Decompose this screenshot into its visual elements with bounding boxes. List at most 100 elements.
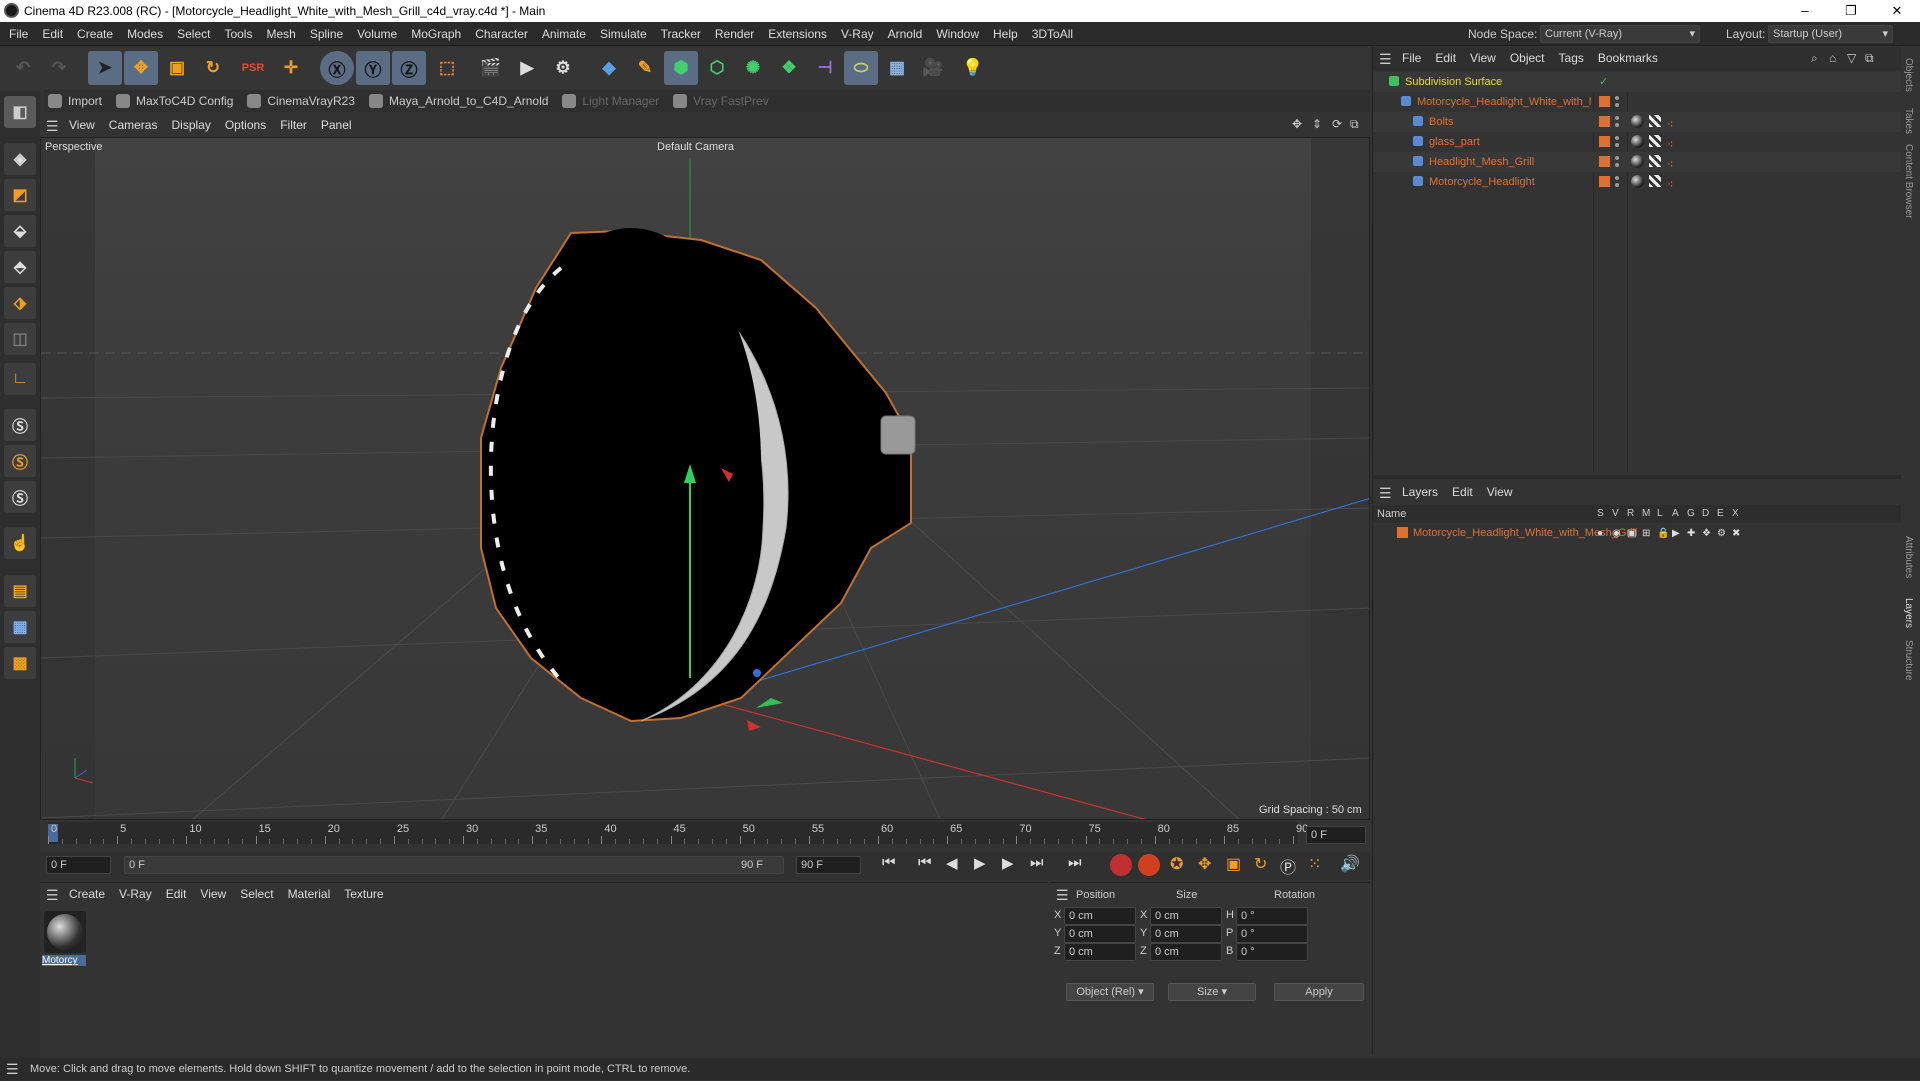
- key-scale-icon[interactable]: ▣: [1226, 854, 1241, 874]
- material-menu-edit[interactable]: Edit: [159, 883, 194, 905]
- layer-menu-view[interactable]: View: [1480, 481, 1520, 503]
- visibility-dot-icon[interactable]: [1615, 96, 1619, 100]
- node-space-select[interactable]: Current (V-Ray) ▾: [1540, 25, 1700, 43]
- live-select-icon[interactable]: ✛: [274, 51, 308, 85]
- axis-mode-icon[interactable]: ∟: [4, 363, 36, 395]
- redo-icon[interactable]: ↷: [42, 51, 76, 85]
- size-z-field[interactable]: 0 cm: [1150, 943, 1222, 961]
- menu-tools[interactable]: Tools: [217, 22, 259, 46]
- material-tag-icon[interactable]: [1631, 175, 1644, 188]
- object-row[interactable]: Bolts ⁖: [1373, 112, 1901, 132]
- tab-attributes[interactable]: Attributes: [1903, 536, 1914, 578]
- menu-volume[interactable]: Volume: [350, 22, 404, 46]
- rotation-p-field[interactable]: 0 °: [1236, 925, 1308, 943]
- start-frame-field[interactable]: 0 F: [46, 856, 111, 874]
- menu-tracker[interactable]: Tracker: [654, 22, 708, 46]
- expression-icon[interactable]: ⚙: [1717, 524, 1726, 544]
- plugin-maya-arnold-to-c4d-arnold[interactable]: Maya_Arnold_to_C4D_Arnold: [368, 90, 548, 112]
- next-key-icon[interactable]: ⏭: [1030, 854, 1044, 871]
- viewport-menu-filter[interactable]: Filter: [273, 114, 314, 136]
- menu-simulate[interactable]: Simulate: [593, 22, 654, 46]
- render-icon[interactable]: ▣: [1627, 524, 1636, 544]
- tab-takes[interactable]: Takes: [1903, 108, 1914, 134]
- record-icon[interactable]: [1110, 854, 1132, 876]
- menu-file[interactable]: File: [2, 22, 35, 46]
- motion-system-icon[interactable]: 🔊: [1340, 854, 1360, 874]
- position-z-field[interactable]: 0 cm: [1064, 943, 1136, 961]
- key-param-icon[interactable]: Ⓟ: [1280, 854, 1296, 878]
- make-editable-icon[interactable]: ◧: [4, 96, 36, 128]
- coord-mode-select[interactable]: Object (Rel) ▾: [1066, 983, 1154, 1001]
- go-to-end-icon[interactable]: ⏭: [1068, 854, 1082, 871]
- key-position-icon[interactable]: ✥: [1198, 854, 1211, 874]
- object-row[interactable]: Headlight_Mesh_Grill ⁖: [1373, 152, 1901, 172]
- layer-color-swatch[interactable]: [1599, 96, 1610, 107]
- render-dot-icon[interactable]: [1615, 123, 1619, 127]
- object-row[interactable]: Motorcycle_Headlight_White_with_Mesh_Gri…: [1373, 92, 1901, 112]
- material-name[interactable]: Motorcy: [42, 955, 86, 966]
- material-menu-select[interactable]: Select: [233, 883, 280, 905]
- snap-icon[interactable]: Ⓢ: [4, 409, 36, 441]
- tab-layers[interactable]: Layers: [1903, 598, 1914, 628]
- keyframe-selection-icon[interactable]: ✪: [1170, 854, 1183, 874]
- close-button[interactable]: ✕: [1874, 0, 1920, 22]
- size-mode-select[interactable]: Size ▾: [1168, 983, 1256, 1001]
- floor-scene-icon[interactable]: ▦: [880, 51, 914, 85]
- x-axis-lock-icon[interactable]: Ⓧ: [320, 51, 354, 85]
- coordinate-system-icon[interactable]: ⬚: [430, 51, 464, 85]
- uvw-tag-icon[interactable]: [1649, 175, 1661, 187]
- size-x-field[interactable]: 0 cm: [1150, 907, 1222, 925]
- material-menu-v-ray[interactable]: V-Ray: [112, 883, 159, 905]
- tab-structure[interactable]: Structure: [1903, 640, 1914, 681]
- menu-edit[interactable]: Edit: [35, 22, 70, 46]
- material-tag-icon[interactable]: [1631, 155, 1644, 168]
- next-frame-icon[interactable]: ▶: [1002, 854, 1014, 872]
- menu-mograph[interactable]: MoGraph: [404, 22, 468, 46]
- y-axis-lock-icon[interactable]: Ⓨ: [356, 51, 390, 85]
- render-region-icon[interactable]: 🎬: [474, 51, 508, 85]
- key-rotation-icon[interactable]: ↻: [1254, 854, 1267, 874]
- menu-mesh[interactable]: Mesh: [259, 22, 302, 46]
- recent-tools-icon[interactable]: PSR: [236, 51, 270, 85]
- material-menu-create[interactable]: Create: [62, 883, 112, 905]
- object-menu-view[interactable]: View: [1463, 47, 1503, 69]
- tab-objects[interactable]: Objects: [1903, 58, 1914, 92]
- material-menu-view[interactable]: View: [193, 883, 233, 905]
- end-frame-field[interactable]: 90 F: [796, 856, 861, 874]
- light-icon[interactable]: 💡: [956, 51, 990, 85]
- hamburger-icon[interactable]: ☰: [46, 887, 59, 904]
- prev-key-icon[interactable]: ⏮: [918, 854, 932, 871]
- manager-icon[interactable]: ⊞: [1642, 524, 1650, 544]
- locked-workplane-icon[interactable]: ▦: [4, 611, 36, 643]
- menu-v-ray[interactable]: V-Ray: [834, 22, 881, 46]
- viewport-menu-view[interactable]: View: [62, 114, 102, 136]
- cube-object-icon[interactable]: ◆: [592, 51, 626, 85]
- render-dot-icon[interactable]: [1615, 143, 1619, 147]
- prev-frame-icon[interactable]: ◀: [946, 854, 958, 872]
- lock-icon[interactable]: 🔒: [1657, 524, 1669, 544]
- menu-render[interactable]: Render: [708, 22, 761, 46]
- camera-icon[interactable]: 🎥: [916, 51, 950, 85]
- layer-color-swatch[interactable]: [1599, 116, 1610, 127]
- visibility-dot-icon[interactable]: [1615, 136, 1619, 140]
- visibility-dot-icon[interactable]: [1615, 176, 1619, 180]
- key-pla-icon[interactable]: ⁙: [1308, 854, 1321, 874]
- cloner-icon[interactable]: ✺: [736, 51, 770, 85]
- layer-color-swatch[interactable]: [1397, 527, 1408, 538]
- undo-icon[interactable]: ↶: [6, 51, 40, 85]
- hamburger-icon[interactable]: ☰: [1056, 887, 1069, 904]
- workplane-icon[interactable]: ▤: [4, 575, 36, 607]
- field-icon[interactable]: ⬭: [844, 51, 878, 85]
- new-window-icon[interactable]: ⧉: [1865, 51, 1874, 66]
- hamburger-icon[interactable]: ☰: [6, 1061, 19, 1078]
- deformer-icon[interactable]: ⊣: [808, 51, 842, 85]
- plugin-cinemavrayr23[interactable]: CinemaVrayR23: [247, 90, 355, 112]
- vray-tag-icon[interactable]: ⁖: [1667, 175, 1673, 195]
- object-menu-bookmarks[interactable]: Bookmarks: [1591, 47, 1665, 69]
- menu-extensions[interactable]: Extensions: [761, 22, 834, 46]
- snap-settings-icon[interactable]: Ⓢ: [4, 445, 36, 477]
- render-view-icon[interactable]: ▶: [510, 51, 544, 85]
- material-menu-material[interactable]: Material: [281, 883, 338, 905]
- texture-mode-icon[interactable]: ◩: [4, 179, 36, 211]
- position-y-field[interactable]: 0 cm: [1064, 925, 1136, 943]
